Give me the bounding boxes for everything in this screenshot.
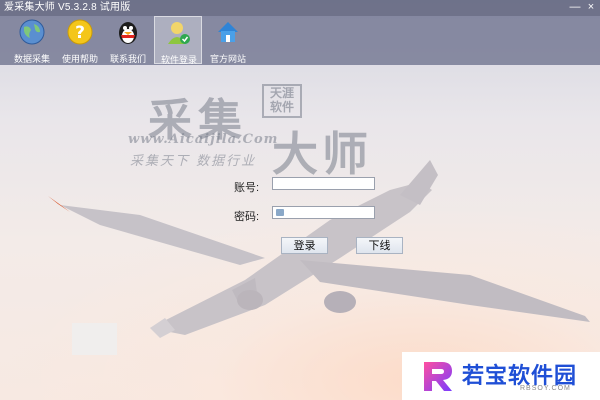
- site-watermark: 若宝软件园 RBSOY.COM: [402, 352, 600, 400]
- toolbar-help[interactable]: ? 使用帮助: [56, 16, 104, 64]
- minimize-button[interactable]: —: [568, 1, 582, 15]
- close-button[interactable]: ×: [584, 1, 598, 15]
- password-label: 密码:: [234, 211, 260, 223]
- blank-panel: [72, 323, 117, 355]
- toolbar-label-login: 软件登录: [160, 55, 197, 65]
- user-login-icon: [168, 22, 190, 44]
- watermark-master-text: 大师: [272, 127, 372, 181]
- title-bar: 爱采集大师 V5.3.2.8 试用版 — ×: [0, 0, 600, 16]
- account-input[interactable]: [272, 177, 375, 190]
- login-button[interactable]: 登录: [281, 237, 328, 254]
- toolbar-label-contact: 联系我们: [109, 54, 146, 64]
- watermark-stamp: 天涯 软件: [262, 84, 302, 118]
- toolbar: 数据采集 ? 使用帮助 联系我们 软件登录 官方网站: [0, 16, 600, 65]
- toolbar-website[interactable]: 官方网站: [204, 16, 252, 64]
- watermark-slogan: 采集天下 数据行业: [130, 154, 257, 169]
- qq-penguin-icon: [119, 22, 137, 44]
- toolbar-data-collect[interactable]: 数据采集: [8, 16, 56, 64]
- svg-text:?: ?: [75, 23, 85, 43]
- watermark-url: www.Aicaijila.Com: [128, 132, 279, 147]
- globe-icon: [19, 19, 45, 45]
- window-title: 爱采集大师 V5.3.2.8 试用版: [4, 2, 131, 13]
- keyboard-icon: [276, 209, 284, 216]
- app-window: 爱采集大师 V5.3.2.8 试用版 — × 数据采集 ? 使用帮助 联系我们 …: [0, 0, 600, 400]
- toolbar-label-website: 官方网站: [209, 54, 246, 64]
- account-label: 账号:: [234, 182, 260, 194]
- toolbar-label-help: 使用帮助: [61, 54, 98, 64]
- toolbar-contact[interactable]: 联系我们: [104, 16, 152, 64]
- help-icon: ?: [67, 19, 93, 45]
- site-brand-subtext: RBSOY.COM: [520, 385, 571, 392]
- home-icon: [218, 22, 238, 42]
- r-logo-icon: [424, 362, 452, 391]
- toolbar-label-data-collect: 数据采集: [13, 54, 50, 64]
- toolbar-login[interactable]: 软件登录: [154, 16, 202, 65]
- logout-button[interactable]: 下线: [356, 237, 403, 254]
- password-input[interactable]: [272, 206, 375, 219]
